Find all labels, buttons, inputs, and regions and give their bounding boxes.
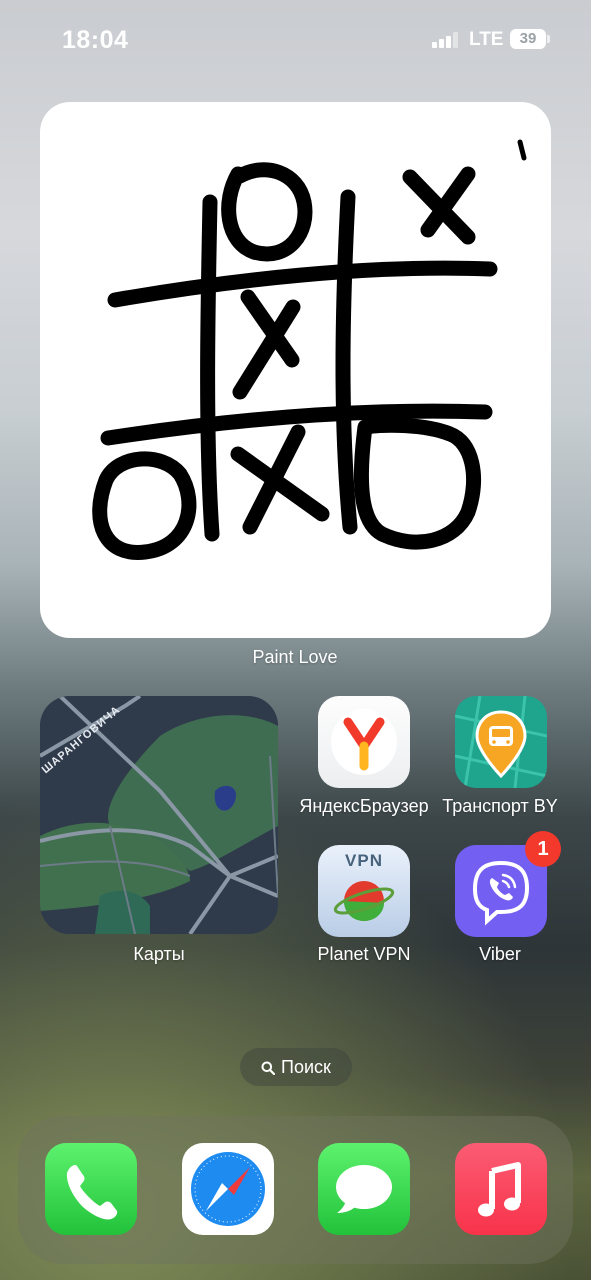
- status-time: 18:04: [62, 26, 129, 54]
- cellular-signal-icon: [432, 32, 458, 48]
- viber-notification-badge: 1: [525, 831, 561, 867]
- paint-love-label: Paint Love: [252, 647, 338, 667]
- app-label-viber: Viber: [479, 944, 521, 964]
- yandex-browser-icon: [331, 709, 397, 775]
- dock-app-safari[interactable]: [182, 1143, 274, 1235]
- app-planet-vpn[interactable]: VPN: [318, 845, 410, 937]
- app-yandex-browser[interactable]: [318, 696, 410, 788]
- app-transport-by[interactable]: [455, 696, 547, 788]
- map-preview: [40, 696, 278, 934]
- tic-tac-toe-drawing: [92, 139, 527, 560]
- maps-widget[interactable]: ШАРАНГОВИЧА: [40, 696, 278, 934]
- status-bar: 18:04 LTE 39: [0, 0, 591, 80]
- dock-app-phone[interactable]: [45, 1143, 137, 1235]
- planet-vpn-text: VPN: [345, 851, 383, 870]
- phone-icon: [66, 1165, 118, 1220]
- safari-compass-icon: [191, 1152, 265, 1226]
- battery-icon: 39: [510, 29, 546, 49]
- paint-love-widget[interactable]: [40, 102, 551, 638]
- music-note-icon: [478, 1162, 521, 1217]
- app-label-planet-vpn: Planet VPN: [317, 944, 411, 964]
- transport-bus-icon: [455, 696, 547, 788]
- app-label-yandex-browser: ЯндексБраузер: [299, 796, 429, 816]
- battery-nub: [547, 35, 550, 43]
- dock-app-music[interactable]: [455, 1143, 547, 1235]
- search-label: Поиск: [281, 1057, 331, 1077]
- search-icon: [261, 1061, 276, 1076]
- messages-bubble-icon: [336, 1165, 392, 1213]
- app-label-transport-by: Транспорт BY: [442, 796, 558, 816]
- maps-label: Карты: [133, 944, 185, 964]
- network-type: LTE: [469, 29, 504, 50]
- dock-app-messages[interactable]: [318, 1143, 410, 1235]
- spotlight-search-button[interactable]: Поиск: [240, 1048, 352, 1086]
